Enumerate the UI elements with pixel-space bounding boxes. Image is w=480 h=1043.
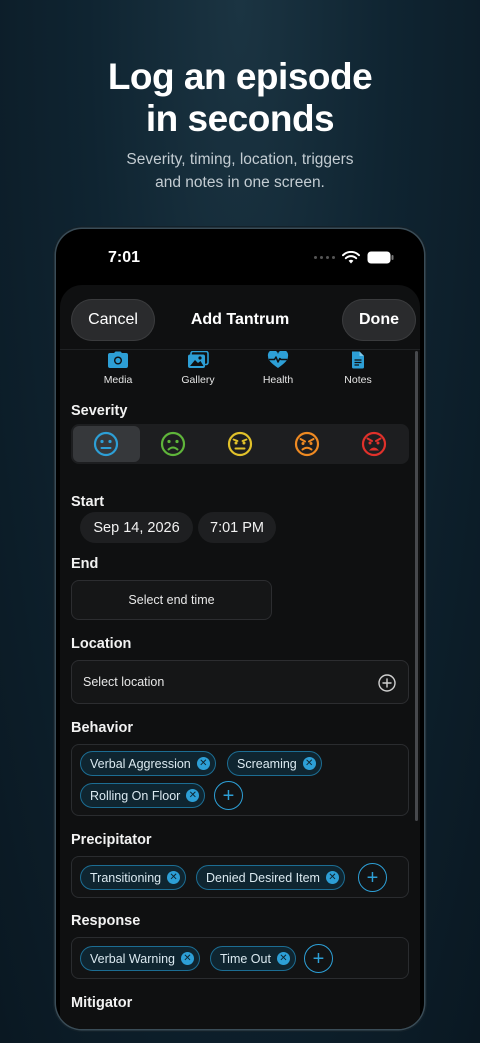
promo-subtitle-line2: and notes in one screen. [155, 174, 325, 191]
add-tantrum-sheet: Cancel Add Tantrum Done Media Gallery He… [60, 285, 420, 1029]
remove-tag-icon[interactable]: ✕ [181, 952, 194, 965]
promo-headline-line2: in seconds [145, 98, 335, 139]
behavior-tags: Verbal Aggression ✕ Screaming ✕ Rolling … [71, 744, 409, 816]
add-behavior-button[interactable]: + [214, 781, 243, 810]
location-placeholder: Select location [83, 675, 165, 689]
status-icons [314, 251, 394, 264]
remove-tag-icon[interactable]: ✕ [167, 871, 181, 884]
phone-frame: 7:01 Cancel Add Tantrum Done Media Galle… [56, 229, 424, 1029]
nav-divider [60, 349, 420, 350]
remove-tag-icon[interactable]: ✕ [186, 789, 200, 802]
precipitator-tags: Transitioning ✕ Denied Desired Item ✕ + [71, 856, 409, 898]
add-circle-icon [378, 674, 396, 692]
battery-icon [367, 251, 394, 264]
end-time-button[interactable]: Select end time [71, 580, 272, 620]
severity-option-5[interactable] [340, 426, 407, 462]
nav-bar: Cancel Add Tantrum Done [60, 299, 420, 341]
angry-face-icon [294, 431, 319, 457]
severity-picker [71, 424, 409, 464]
quick-action-gallery[interactable]: Gallery [158, 351, 238, 391]
remove-tag-icon[interactable]: ✕ [325, 871, 339, 884]
response-tag[interactable]: Time Out ✕ [210, 946, 296, 971]
quick-action-health[interactable]: Health [238, 351, 318, 391]
precipitator-label: Precipitator [71, 832, 152, 848]
furious-face-icon [361, 431, 386, 457]
severity-option-2[interactable] [140, 426, 207, 462]
response-tags: Verbal Warning ✕ Time Out ✕ + [71, 937, 409, 979]
neutral-face-icon [94, 431, 119, 457]
promo-headline: Log an episode in seconds [0, 56, 480, 140]
precipitator-tag[interactable]: Transitioning ✕ [80, 865, 187, 890]
remove-tag-icon[interactable]: ✕ [302, 757, 316, 770]
add-response-button[interactable]: + [304, 944, 333, 973]
severity-option-3[interactable] [207, 426, 274, 462]
mitigator-label: Mitigator [71, 995, 133, 1011]
tag-label: Rolling On Floor [90, 788, 181, 803]
gallery-icon [188, 351, 209, 368]
quick-action-notes[interactable]: Notes [318, 351, 398, 391]
status-time: 7:01 [108, 249, 141, 266]
quick-actions: Media Gallery Health Notes [60, 351, 420, 391]
promo-subtitle-line1: Severity, timing, location, triggers [126, 151, 354, 168]
quick-action-media-label: Media [103, 374, 133, 386]
wifi-icon [342, 251, 360, 264]
response-label: Response [71, 913, 141, 929]
camera-icon [108, 351, 128, 368]
quick-action-gallery-label: Gallery [181, 374, 215, 386]
done-button[interactable]: Done [342, 299, 416, 341]
tag-label: Verbal Warning [90, 951, 175, 966]
promo-subtitle: Severity, timing, location, triggers and… [0, 148, 480, 194]
document-icon [352, 351, 364, 369]
start-date-picker[interactable]: Sep 14, 2026 [80, 512, 193, 543]
tag-label: Transitioning [90, 870, 162, 885]
behavior-label: Behavior [71, 720, 134, 736]
quick-action-media[interactable]: Media [78, 351, 158, 391]
tag-label: Verbal Aggression [90, 756, 191, 771]
tag-label: Denied Desired Item [206, 870, 320, 885]
end-label: End [71, 556, 99, 572]
start-label: Start [71, 494, 105, 510]
scrollbar[interactable] [415, 351, 418, 821]
annoyed-face-icon [227, 431, 253, 457]
precipitator-tag[interactable]: Denied Desired Item ✕ [196, 865, 345, 890]
response-tag[interactable]: Verbal Warning ✕ [80, 946, 200, 971]
severity-option-4[interactable] [273, 426, 340, 462]
location-select[interactable]: Select location [71, 660, 409, 704]
start-time-picker[interactable]: 7:01 PM [198, 512, 276, 543]
promo-headline-line1: Log an episode [107, 56, 373, 97]
severity-option-1[interactable] [73, 426, 140, 462]
behavior-tag[interactable]: Verbal Aggression ✕ [80, 751, 216, 776]
add-precipitator-button[interactable]: + [358, 863, 387, 892]
signal-dots-icon [314, 256, 335, 259]
heart-pulse-icon [267, 351, 289, 368]
frown-face-icon [161, 431, 186, 457]
tag-label: Screaming [237, 756, 297, 771]
tag-label: Time Out [220, 951, 271, 966]
location-label: Location [71, 636, 132, 652]
remove-tag-icon[interactable]: ✕ [196, 757, 210, 770]
severity-label: Severity [71, 403, 128, 419]
quick-action-notes-label: Notes [344, 374, 372, 386]
behavior-tag[interactable]: Rolling On Floor ✕ [80, 783, 206, 808]
behavior-tag[interactable]: Screaming ✕ [227, 751, 322, 776]
quick-action-health-label: Health [262, 374, 294, 386]
remove-tag-icon[interactable]: ✕ [276, 952, 290, 965]
